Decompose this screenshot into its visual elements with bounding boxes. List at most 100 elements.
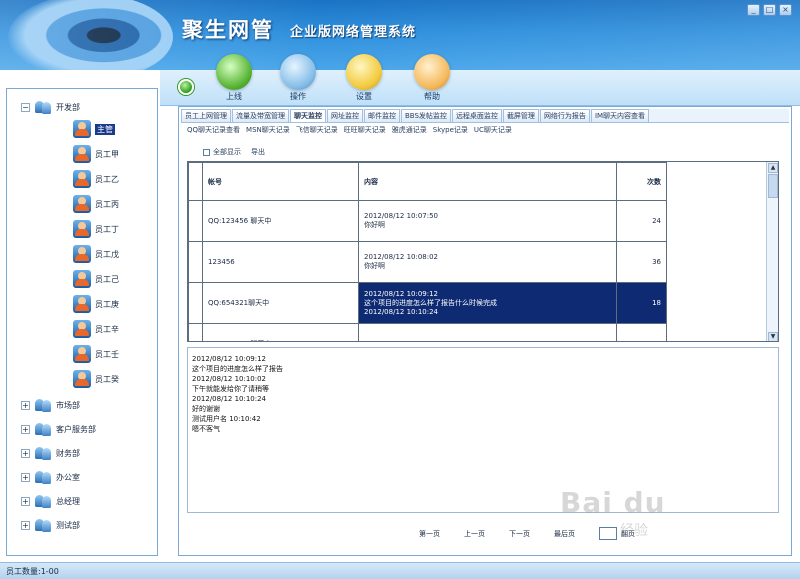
- expand-icon[interactable]: +: [21, 424, 30, 434]
- tree-group-item[interactable]: + 客户服务部: [21, 419, 96, 439]
- tab-employee-access[interactable]: 员工上网管理: [181, 109, 231, 122]
- export-option[interactable]: 导出: [251, 147, 265, 157]
- last-page-button[interactable]: 最后页: [554, 529, 575, 539]
- tree-item-user[interactable]: 员工丁: [73, 219, 119, 239]
- tree-item-user[interactable]: 员工乙: [73, 169, 119, 189]
- column-header-count[interactable]: 次数: [616, 162, 667, 201]
- tab-im-content[interactable]: IM聊天内容查看: [590, 109, 650, 122]
- tree-item-user[interactable]: 员工丙: [73, 194, 119, 214]
- tree-item-user[interactable]: 主管: [73, 119, 115, 139]
- close-button[interactable]: ×: [779, 4, 792, 16]
- next-page-button[interactable]: 下一页: [509, 529, 530, 539]
- scroll-thumb[interactable]: [768, 174, 778, 198]
- toolbar-online-button[interactable]: 上线: [210, 54, 258, 104]
- tree-item-user[interactable]: 员工己: [73, 269, 119, 289]
- app-title: 聚生网管: [182, 17, 274, 42]
- group-icon: [34, 493, 52, 509]
- table-row[interactable]: 123456 2012/08/12 10:08:02 你好啊 36: [188, 241, 667, 283]
- tree-item-user[interactable]: 员工庚: [73, 294, 119, 314]
- subtab-wangwang[interactable]: 旺旺聊天记录: [344, 125, 386, 137]
- user-icon: [73, 220, 91, 238]
- prev-page-button[interactable]: 上一页: [464, 529, 485, 539]
- tab-bbs-monitor[interactable]: BBS发帖监控: [401, 109, 451, 122]
- tab-screenshot[interactable]: 截屏管理: [502, 109, 539, 122]
- count-cell: 36: [616, 241, 667, 283]
- tab-url-monitor[interactable]: 网址监控: [327, 109, 363, 122]
- function-tabs: 员工上网管理 流量及带宽管理 聊天监控 网址监控 邮件监控 BBS发帖监控 远程…: [181, 109, 789, 123]
- user-icon: [73, 245, 91, 263]
- tab-chat-monitor[interactable]: 聊天监控: [290, 109, 326, 122]
- group-icon: [34, 421, 52, 437]
- expand-icon[interactable]: +: [21, 472, 30, 482]
- toolbar-operate-button[interactable]: 操作: [274, 54, 322, 104]
- content-cell: 2012/08/12 10:09:12 这个项目的进度怎么样了报告什么时候完成 …: [358, 282, 617, 324]
- first-page-button[interactable]: 第一页: [419, 529, 440, 539]
- tree-item-user[interactable]: 员工癸: [73, 369, 119, 389]
- view-options: 全部显示 导出: [203, 147, 265, 157]
- user-icon: [73, 145, 91, 163]
- group-icon: [34, 445, 52, 461]
- tree-group-item[interactable]: + 办公室: [21, 467, 80, 487]
- expand-icon[interactable]: +: [21, 496, 30, 506]
- chat-subtabs: QQ聊天记录查看 MSN聊天记录 飞信聊天记录 旺旺聊天记录 雅虎通记录 Sky…: [187, 125, 512, 137]
- tree-item-user[interactable]: 员工壬: [73, 344, 119, 364]
- column-header-account[interactable]: 帐号: [202, 162, 359, 201]
- expand-icon[interactable]: +: [21, 448, 30, 458]
- user-icon: [73, 170, 91, 188]
- table-header-row: 帐号 内容 次数: [188, 162, 667, 201]
- count-cell: 18: [616, 282, 667, 324]
- tree-item-user[interactable]: 员工戊: [73, 244, 119, 264]
- subtab-qq[interactable]: QQ聊天记录查看: [187, 125, 240, 137]
- user-icon: [73, 320, 91, 338]
- window-controls: _ □ ×: [747, 4, 792, 16]
- toolbar-help-button[interactable]: 帮助: [408, 54, 456, 104]
- column-header-content[interactable]: 内容: [358, 162, 617, 201]
- subtab-uc[interactable]: UC聊天记录: [474, 125, 512, 137]
- tree-item-user[interactable]: 员工甲: [73, 144, 119, 164]
- subtab-msn[interactable]: MSN聊天记录: [246, 125, 290, 137]
- checkbox-icon: [599, 527, 617, 540]
- table-row[interactable]: QQ:123456 聊天中 2012/08/12 10:07:50 你好啊 24: [188, 200, 667, 242]
- user-icon: [73, 295, 91, 313]
- chat-record-table: 帐号 内容 次数 QQ:123456 聊天中 2012/08/12 10:07:…: [187, 161, 779, 342]
- tree-item-user[interactable]: 员工辛: [73, 319, 119, 339]
- subtab-skype[interactable]: Skype记录: [433, 125, 468, 137]
- toolbar-settings-button[interactable]: 设置: [340, 54, 388, 104]
- tab-mail-monitor[interactable]: 邮件监控: [364, 109, 400, 122]
- employee-tree: − 开发部 主管 员工甲 员工乙 员工丙 员工丁 员工戊 员工己 员工庚 员工辛: [6, 88, 158, 556]
- content-cell: 2012/08/12 10:08:02 你好啊: [358, 241, 617, 283]
- collapse-icon[interactable]: −: [21, 102, 30, 112]
- tree-group-item[interactable]: + 财务部: [21, 443, 80, 463]
- scroll-down-icon[interactable]: ▼: [768, 332, 778, 341]
- scroll-up-icon[interactable]: ▲: [768, 163, 778, 173]
- status-bar: 员工数量:1-00: [0, 562, 800, 579]
- show-all-checkbox[interactable]: 全部显示: [203, 147, 241, 157]
- user-icon: [73, 195, 91, 213]
- minimize-button[interactable]: _: [747, 4, 760, 16]
- status-text: 员工数量:1-00: [6, 567, 59, 576]
- app-subtitle: 企业版网络管理系统: [290, 25, 417, 40]
- expand-icon[interactable]: +: [21, 400, 30, 410]
- count-cell: 24: [616, 200, 667, 242]
- tree-group-item[interactable]: + 市场部: [21, 395, 80, 415]
- status-green-icon[interactable]: [178, 79, 194, 95]
- tree-group-item[interactable]: + 测试部: [21, 515, 80, 535]
- user-icon: [73, 120, 91, 138]
- tab-traffic[interactable]: 流量及带宽管理: [232, 109, 289, 122]
- expand-icon[interactable]: +: [21, 520, 30, 530]
- tab-remote-desktop[interactable]: 远程桌面监控: [451, 109, 502, 122]
- table-scrollbar[interactable]: ▲ ▼: [766, 162, 778, 341]
- maximize-button[interactable]: □: [763, 4, 776, 16]
- main-content-panel: 员工上网管理 流量及带宽管理 聊天监控 网址监控 邮件监控 BBS发帖监控 远程…: [178, 106, 792, 556]
- tab-behavior-report[interactable]: 网络行为报告: [539, 109, 590, 122]
- account-cell: 123456: [202, 241, 359, 283]
- tree-group-item[interactable]: + 总经理: [21, 491, 80, 511]
- table-row[interactable]: QQ:111222 聊天中: [188, 323, 667, 341]
- table-row-selected[interactable]: QQ:654321聊天中 2012/08/12 10:09:12 这个项目的进度…: [188, 282, 667, 324]
- chat-detail-textarea[interactable]: 2012/08/12 10:09:12 这个项目的进度怎么样了报告 2012/0…: [187, 347, 779, 513]
- tree-root-item[interactable]: − 开发部: [21, 97, 80, 117]
- subtab-fetion[interactable]: 飞信聊天记录: [296, 125, 338, 137]
- user-icon: [73, 345, 91, 363]
- subtab-yahoo[interactable]: 雅虎通记录: [392, 125, 427, 137]
- baidu-watermark-sub: 经验: [620, 523, 648, 539]
